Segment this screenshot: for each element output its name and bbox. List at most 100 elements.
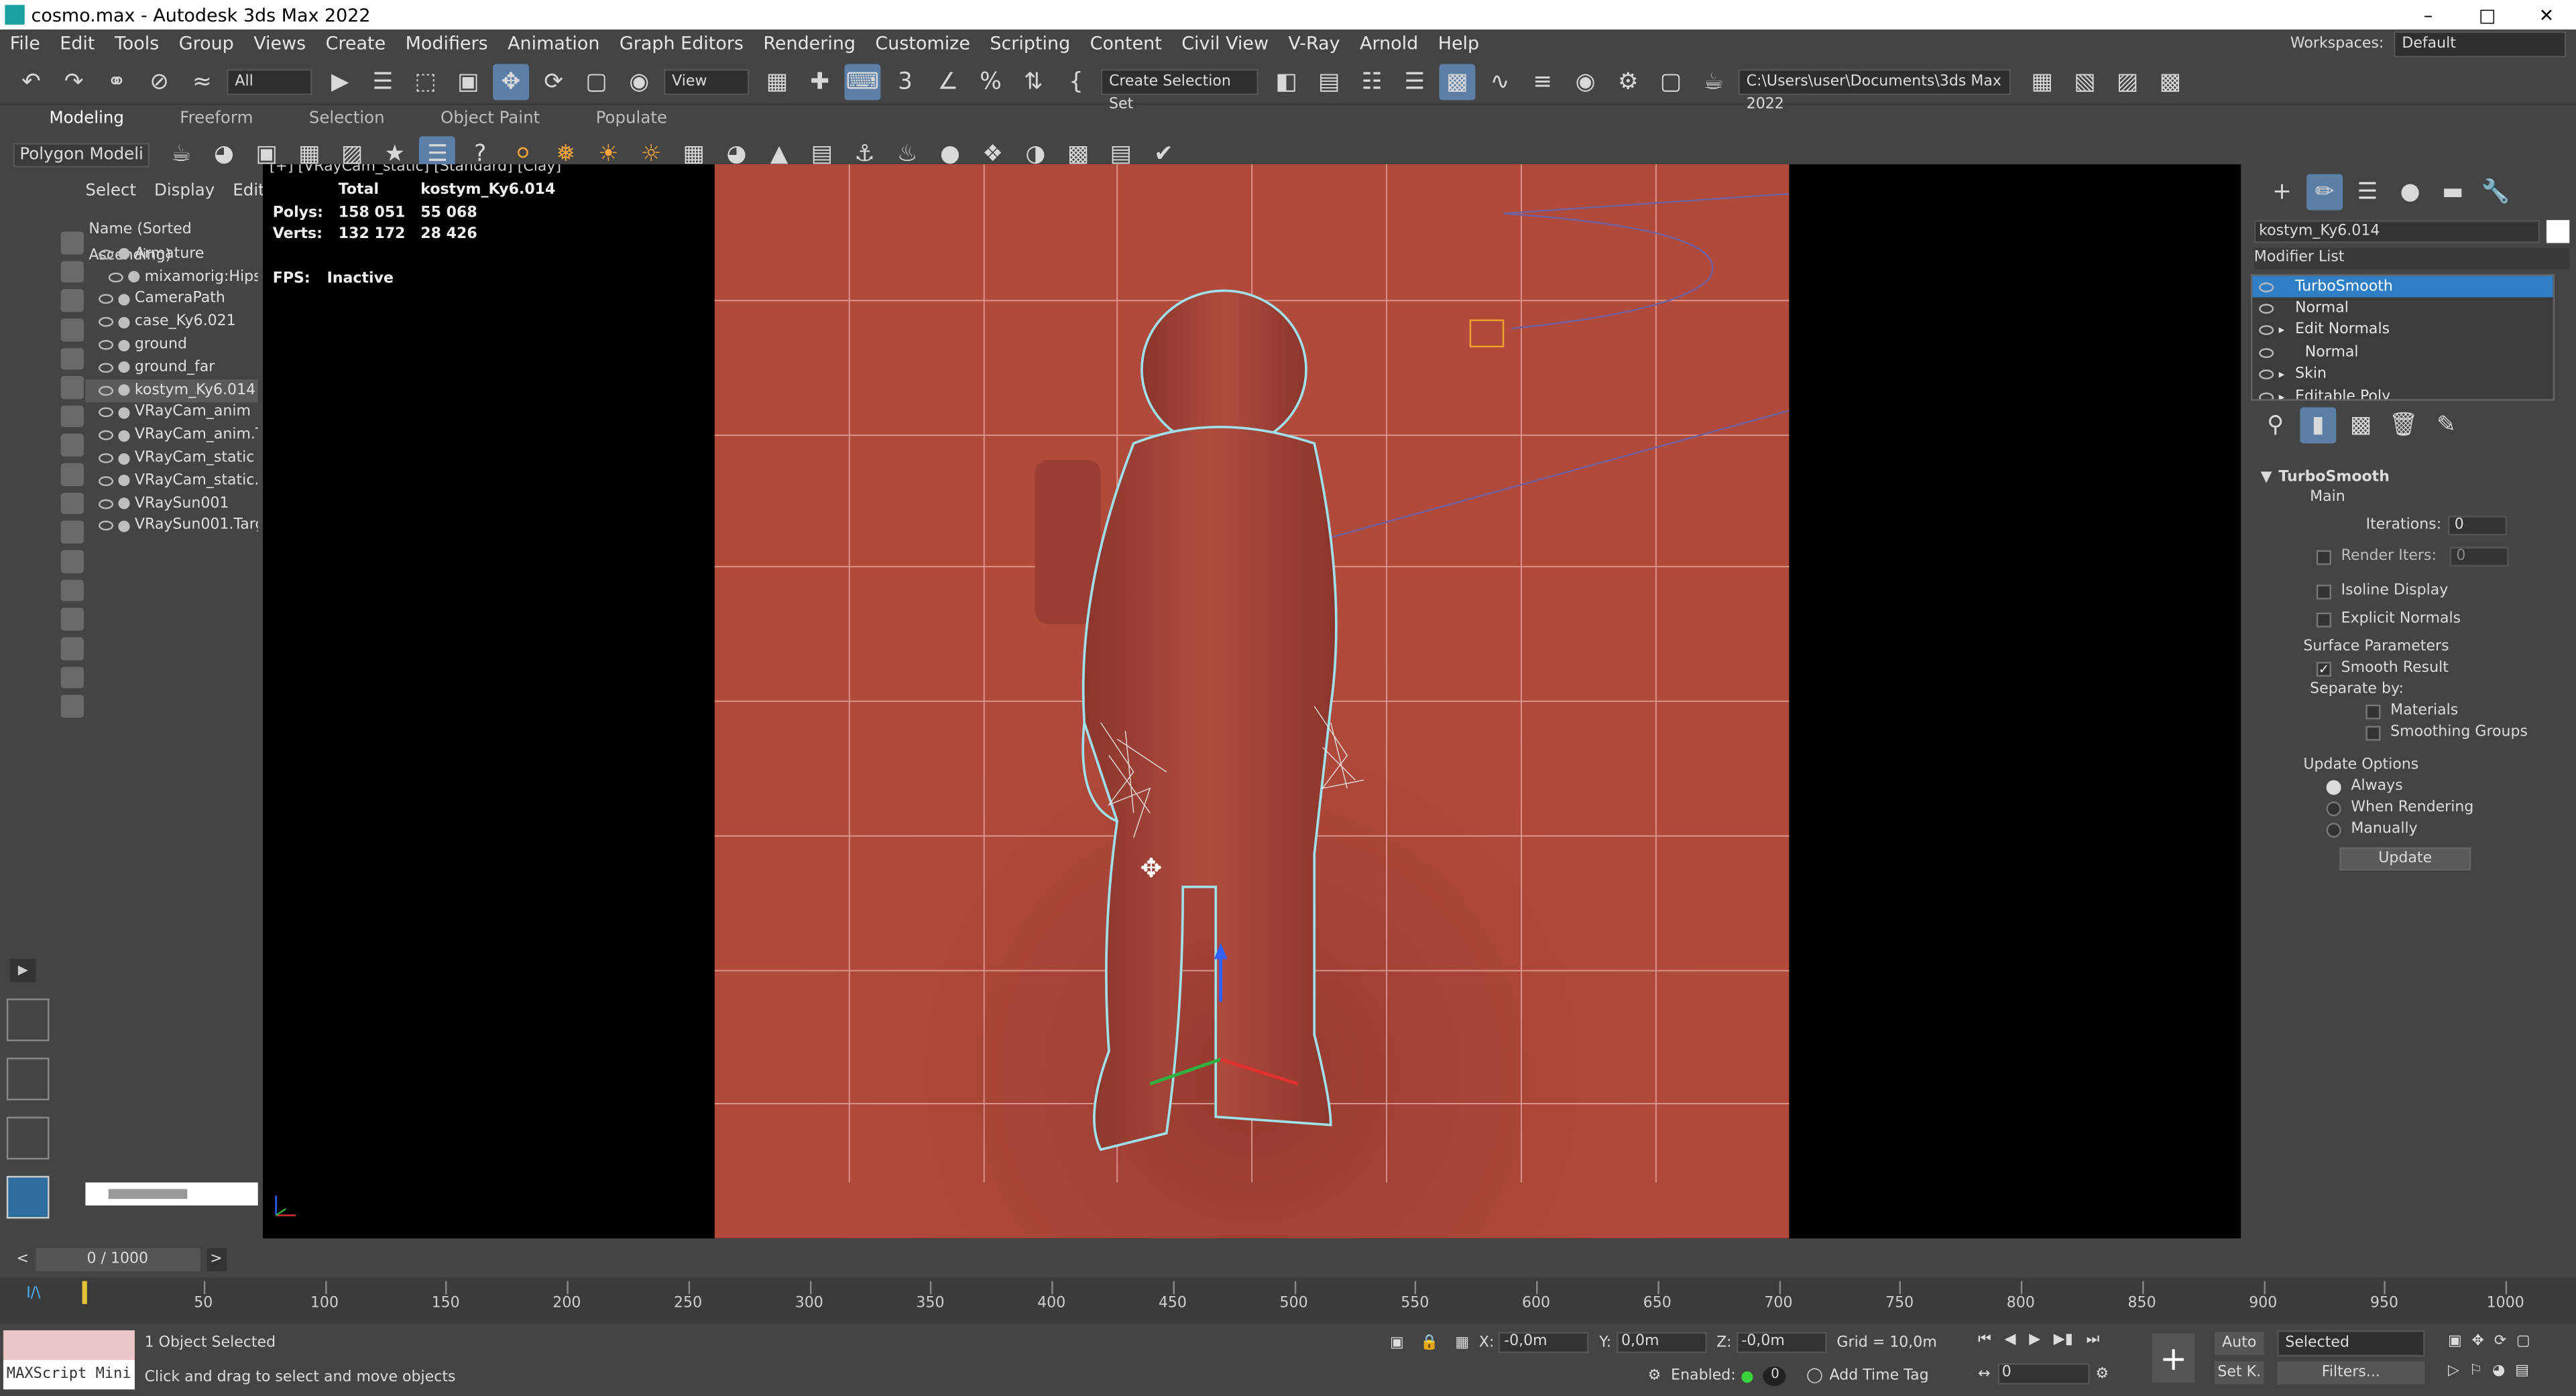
remove-modifier-icon[interactable]: 🗑 <box>2386 407 2422 443</box>
object-color-swatch[interactable] <box>2546 220 2570 243</box>
play-icon[interactable]: ▶ <box>2029 1332 2040 1348</box>
expand-icon[interactable]: ▸ <box>2279 368 2296 382</box>
menu-rendering[interactable]: Rendering <box>754 30 866 58</box>
select-object-icon[interactable]: ▶ <box>322 63 358 99</box>
scene-tab-edit[interactable]: Edit <box>233 182 264 200</box>
set-key-big-icon[interactable]: + <box>2152 1333 2195 1383</box>
scene-item[interactable]: VRayCam_anim.Ta <box>85 424 258 447</box>
polygon-modeling-dropdown[interactable]: Polygon Modeli <box>13 141 150 167</box>
modifier-toggle-eye-icon[interactable] <box>2259 347 2274 358</box>
create-tab-icon[interactable]: + <box>2264 174 2300 211</box>
bind-space-warp-icon[interactable]: ≈ <box>184 63 220 99</box>
update-button[interactable]: Update <box>2339 847 2471 871</box>
mirror-icon[interactable]: ◧ <box>1269 63 1305 99</box>
expand-icon[interactable]: ▸ <box>2279 390 2296 399</box>
scene-item[interactable]: VRaySun001 <box>85 492 257 515</box>
modifier-toggle-eye-icon[interactable] <box>2259 304 2274 314</box>
undo-icon[interactable]: ↶ <box>13 63 50 99</box>
display-tab-icon[interactable]: ▬ <box>2435 174 2471 211</box>
materials-checkbox[interactable] <box>2365 703 2381 719</box>
explicit-normals-checkbox[interactable] <box>2316 612 2331 627</box>
align-icon[interactable]: ▤ <box>1311 63 1347 99</box>
time-tag-icon[interactable]: ◯ <box>1806 1368 1823 1384</box>
layer-icon[interactable] <box>60 695 84 718</box>
add-time-tag[interactable]: Add Time Tag <box>1830 1368 1929 1384</box>
menu-civil-view[interactable]: Civil View <box>1172 30 1279 58</box>
maximize-button[interactable]: □ <box>2458 4 2517 25</box>
pan-icon[interactable]: ✥ <box>2472 1334 2484 1350</box>
project-open-icon[interactable]: ▧ <box>2066 63 2103 99</box>
material-editor-icon[interactable]: ◉ <box>1568 63 1604 99</box>
maxscript-listener[interactable] <box>3 1330 135 1360</box>
display-groups-icon[interactable] <box>60 405 84 428</box>
expand-icon[interactable]: ▸ <box>2279 325 2296 338</box>
display-shapes-icon[interactable] <box>60 260 84 283</box>
display-xrefs-icon[interactable] <box>60 434 84 457</box>
curve-editor-mini-icon[interactable]: I/\ <box>26 1286 40 1302</box>
y-field[interactable]: 0,0m <box>1616 1332 1707 1354</box>
render-setup-icon[interactable]: ⚙ <box>1610 63 1646 99</box>
filter-icon[interactable] <box>60 666 84 689</box>
render-iters-spinner[interactable]: 0 <box>2449 546 2509 567</box>
go-to-end-icon[interactable]: ⏭ <box>2086 1332 2099 1348</box>
visibility-eye-icon[interactable] <box>99 475 114 486</box>
modifier-toggle-eye-icon[interactable] <box>2259 282 2274 292</box>
teapot-icon[interactable]: ☕ <box>163 136 199 172</box>
smoothing-groups-checkbox[interactable] <box>2365 725 2381 740</box>
menu-views[interactable]: Views <box>243 30 315 58</box>
layer-explorer-icon[interactable]: ☰ <box>1397 63 1433 99</box>
manually-radio[interactable] <box>2326 821 2341 837</box>
ribbon-tab-modeling[interactable]: Modeling <box>50 110 124 128</box>
menu-animation[interactable]: Animation <box>497 30 609 58</box>
menu-file[interactable]: File <box>0 30 50 58</box>
menu-customize[interactable]: Customize <box>866 30 980 58</box>
visibility-eye-icon[interactable] <box>99 498 114 509</box>
expand-arrow-icon[interactable]: ▶ <box>9 959 36 982</box>
iterations-spinner[interactable]: 0 <box>2447 516 2508 536</box>
visibility-eye-icon[interactable] <box>108 272 123 282</box>
display-bones-icon[interactable] <box>60 463 84 486</box>
enabled-counter[interactable]: 0 <box>1763 1366 1787 1387</box>
ribbon-tab-selection[interactable]: Selection <box>309 110 385 128</box>
percent-snap-icon[interactable]: % <box>973 63 1009 99</box>
layout-1-icon[interactable] <box>6 998 50 1041</box>
isoline-checkbox[interactable] <box>2316 583 2331 599</box>
scene-explorer-icon[interactable]: ☷ <box>1354 63 1390 99</box>
x-field[interactable]: -0,0m <box>1499 1332 1590 1354</box>
key-filter-dropdown[interactable]: Selected <box>2277 1330 2425 1357</box>
time-slider[interactable]: < 0 / 1000 > <box>0 1245 2241 1275</box>
placement-icon[interactable]: ◉ <box>621 63 657 99</box>
edit-named-sets-icon[interactable]: { <box>1058 63 1094 99</box>
menu-tools[interactable]: Tools <box>105 30 169 58</box>
display-helpers-icon[interactable] <box>60 347 84 370</box>
menu-arnold[interactable]: Arnold <box>1350 30 1428 58</box>
visibility-eye-icon[interactable] <box>99 317 114 328</box>
display-frozen-icon[interactable] <box>60 521 84 544</box>
modifier-item[interactable]: ▸ Skin <box>2252 364 2553 386</box>
display-hidden-icon[interactable] <box>60 550 84 573</box>
scene-item[interactable]: ground <box>85 334 257 357</box>
scene-item[interactable]: VRaySun001.Targe <box>85 515 258 538</box>
sphere-icon[interactable]: ◕ <box>206 136 242 172</box>
walk-through-icon[interactable]: ⚐ <box>2469 1363 2483 1379</box>
absolute-mode-icon[interactable]: ▦ <box>1455 1334 1469 1350</box>
next-key-icon[interactable]: ▶▮ <box>2054 1332 2073 1348</box>
visibility-eye-icon[interactable] <box>99 430 114 441</box>
keyboard-shortcut-icon[interactable]: ⌨ <box>844 63 881 100</box>
snaps-toggle-icon[interactable]: 3 <box>887 63 923 99</box>
display-none-icon[interactable] <box>60 608 84 631</box>
window-crossing-icon[interactable]: ▣ <box>450 63 486 99</box>
modifier-toggle-eye-icon[interactable] <box>2259 392 2274 400</box>
layout-2-icon[interactable] <box>6 1057 50 1101</box>
render-icon[interactable]: ☕ <box>1696 63 1732 99</box>
scene-header[interactable]: Name (Sorted Ascending) <box>85 217 257 265</box>
modifier-item[interactable]: ▸ Edit Normals <box>2252 320 2553 342</box>
close-button[interactable]: ✕ <box>2517 4 2576 25</box>
rect-selection-icon[interactable]: ⬚ <box>408 63 444 99</box>
key-mode-icon[interactable]: ↔ <box>1978 1366 1990 1382</box>
visibility-eye-icon[interactable] <box>99 453 114 463</box>
rotate-icon[interactable]: ⟳ <box>536 63 572 99</box>
prev-frame-icon[interactable]: < <box>17 1251 29 1267</box>
visibility-eye-icon[interactable] <box>99 408 114 418</box>
time-slider-value[interactable]: 0 / 1000 <box>35 1248 200 1271</box>
